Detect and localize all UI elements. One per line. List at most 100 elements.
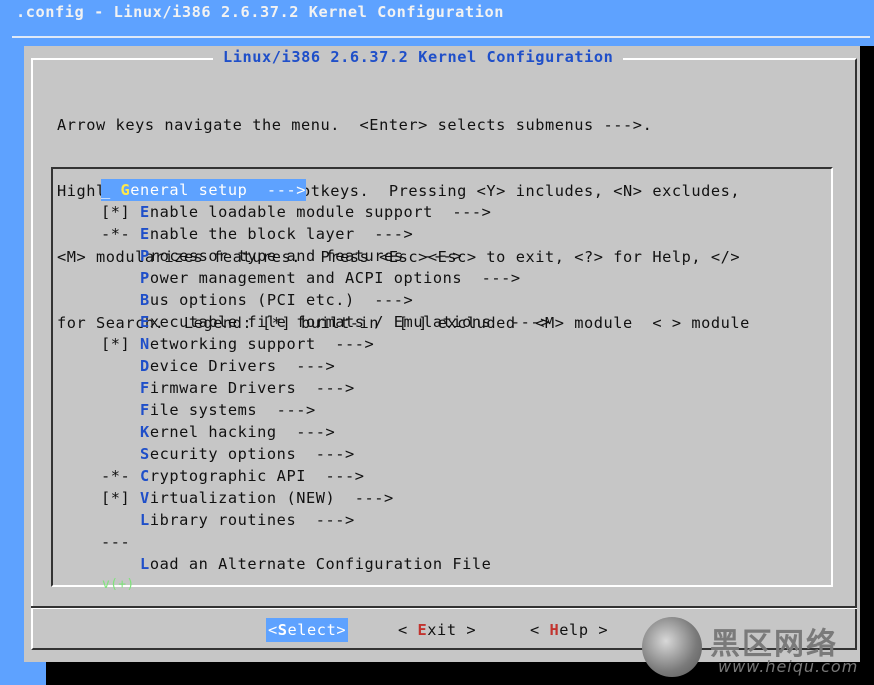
menu-item[interactable]: Device Drivers ---> [101, 355, 550, 377]
menu-item[interactable]: -*- Enable the block layer ---> [101, 223, 550, 245]
select-hotkey: S [277, 621, 288, 639]
menu-item[interactable]: Bus options (PCI etc.) ---> [101, 289, 550, 311]
menu-item[interactable]: Executable file formats / Emulations ---… [101, 311, 550, 333]
menu-item-label: Kernel hacking ---> [140, 421, 335, 443]
scroll-indicator: v(+) [102, 577, 135, 592]
menu-item-prefix: -*- [101, 467, 141, 485]
menu-item-label: Enable the block layer ---> [140, 223, 413, 245]
menu-item-text: ibrary routines ---> [149, 511, 355, 529]
menu-item-text: xecutable file formats / Emulations ---> [149, 313, 550, 331]
menu-item-text: irtualization (NEW) ---> [149, 489, 394, 507]
menu-item[interactable]: Load an Alternate Configuration File [101, 553, 550, 575]
menu-item[interactable]: Processor type and features ---> [101, 245, 550, 267]
menu-item-text: ile systems ---> [149, 401, 316, 419]
menu-item-prefix: [*] [101, 335, 141, 353]
menu-item-label: Library routines ---> [140, 509, 355, 531]
title-rule [12, 36, 870, 38]
menu-item-hotkey: P [140, 269, 150, 287]
button-divider [31, 606, 857, 609]
menu-item-prefix [101, 313, 140, 331]
menu-item-label: Virtualization (NEW) ---> [140, 487, 394, 509]
menu-item-label: Firmware Drivers ---> [140, 377, 355, 399]
menu-item-label: Power management and ACPI options ---> [140, 267, 521, 289]
menu-item-prefix [101, 379, 140, 397]
menu-item-text: oad an Alternate Configuration File [149, 555, 492, 573]
watermark-url: www.heiqu.com [718, 657, 859, 676]
right-shadow [860, 46, 874, 662]
menu-item-prefix [101, 357, 140, 375]
menu-item-label: File systems ---> [140, 399, 316, 421]
select-button[interactable]: <Select> [266, 618, 349, 642]
menu-item[interactable]: File systems ---> [101, 399, 550, 421]
menu-item-text: nable loadable module support ---> [149, 203, 492, 221]
exit-post: xit > [427, 621, 477, 639]
menu-item-text: ecurity options ---> [149, 445, 355, 463]
watermark: 黑区网络 www.heiqu.com [642, 617, 867, 681]
menu-item-prefix [101, 445, 140, 463]
menu-item-hotkey: F [140, 401, 150, 419]
exit-pre: < [398, 621, 418, 639]
menu-item-prefix: -*- [101, 225, 141, 243]
menu-item-hotkey: E [140, 203, 150, 221]
menu-item[interactable]: Security options ---> [101, 443, 550, 465]
help-hotkey: H [549, 621, 560, 639]
menu-item-label: Processor type and features ---> [140, 245, 462, 267]
menu-item-label: Enable loadable module support ---> [140, 201, 491, 223]
menu-item-hotkey: P [140, 247, 150, 265]
menu-list: _ General setup ---> [*] Enable loadable … [101, 179, 550, 575]
watermark-logo-icon [642, 617, 702, 677]
menu-item-hotkey: L [140, 511, 150, 529]
menu-item-label: Security options ---> [140, 443, 355, 465]
menu-item[interactable]: -*- Cryptographic API ---> [101, 465, 550, 487]
menu-item-label: _ General setup ---> [101, 179, 306, 201]
exit-hotkey: E [417, 621, 428, 639]
menu-item-hotkey: D [140, 357, 150, 375]
menu-item-text: rocessor type and features ---> [149, 247, 463, 265]
menu-item-hotkey: K [140, 423, 150, 441]
menu-item-text: evice Drivers ---> [149, 357, 336, 375]
menu-item-label: Cryptographic API ---> [140, 465, 364, 487]
select-post: elect> [287, 621, 347, 639]
menu-item-hotkey: E [140, 225, 150, 243]
menu-item[interactable]: _ General setup ---> [101, 179, 550, 201]
menu-item-label: Networking support ---> [140, 333, 374, 355]
menu-item-text: eneral setup ---> [130, 181, 306, 199]
menu-item-prefix: [*] [101, 489, 141, 507]
menu-item-text: nable the block layer ---> [149, 225, 414, 243]
exit-button[interactable]: < Exit > [398, 618, 476, 642]
menu-item-label: Device Drivers ---> [140, 355, 335, 377]
menu-item[interactable]: Kernel hacking ---> [101, 421, 550, 443]
window-title: .config - Linux/i386 2.6.37.2 Kernel Con… [16, 3, 504, 21]
menu-item[interactable]: Power management and ACPI options ---> [101, 267, 550, 289]
menu-item[interactable]: Library routines ---> [101, 509, 550, 531]
menu-item-label: Load an Alternate Configuration File [140, 553, 491, 575]
menu-item-prefix: _ [101, 181, 121, 199]
menu-item-hotkey: G [120, 181, 131, 199]
menu-item-prefix [101, 291, 140, 309]
menu-item-hotkey: N [140, 335, 150, 353]
menu-item-label: Bus options (PCI etc.) ---> [140, 289, 413, 311]
menu-item-hotkey: C [140, 467, 150, 485]
menu-item-hotkey: L [140, 555, 150, 573]
menu-item-label: Executable file formats / Emulations ---… [140, 311, 550, 333]
select-pre: < [268, 621, 278, 639]
menu-item-hotkey: V [140, 489, 150, 507]
menu-item-text: ryptographic API ---> [149, 467, 365, 485]
menu-item-prefix [101, 555, 140, 573]
menu-item-hotkey: F [140, 379, 150, 397]
menu-item-text: irmware Drivers ---> [149, 379, 355, 397]
help-line: Arrow keys navigate the menu. <Enter> se… [57, 116, 653, 134]
menu-item-text: ower management and ACPI options ---> [149, 269, 521, 287]
menu-item[interactable]: [*] Networking support ---> [101, 333, 550, 355]
menu-item[interactable]: [*] Enable loadable module support ---> [101, 201, 550, 223]
menu-item-prefix [101, 247, 140, 265]
menu-item-text: ernel hacking ---> [149, 423, 336, 441]
dialog-title: Linux/i386 2.6.37.2 Kernel Configuration [213, 48, 624, 66]
menu-item-text: etworking support ---> [149, 335, 375, 353]
menu-item-hotkey: S [140, 445, 150, 463]
menu-item[interactable]: [*] Virtualization (NEW) ---> [101, 487, 550, 509]
help-pre: < [530, 621, 550, 639]
menu-item[interactable]: --- [101, 531, 550, 553]
help-button[interactable]: < Help > [530, 618, 608, 642]
menu-item[interactable]: Firmware Drivers ---> [101, 377, 550, 399]
